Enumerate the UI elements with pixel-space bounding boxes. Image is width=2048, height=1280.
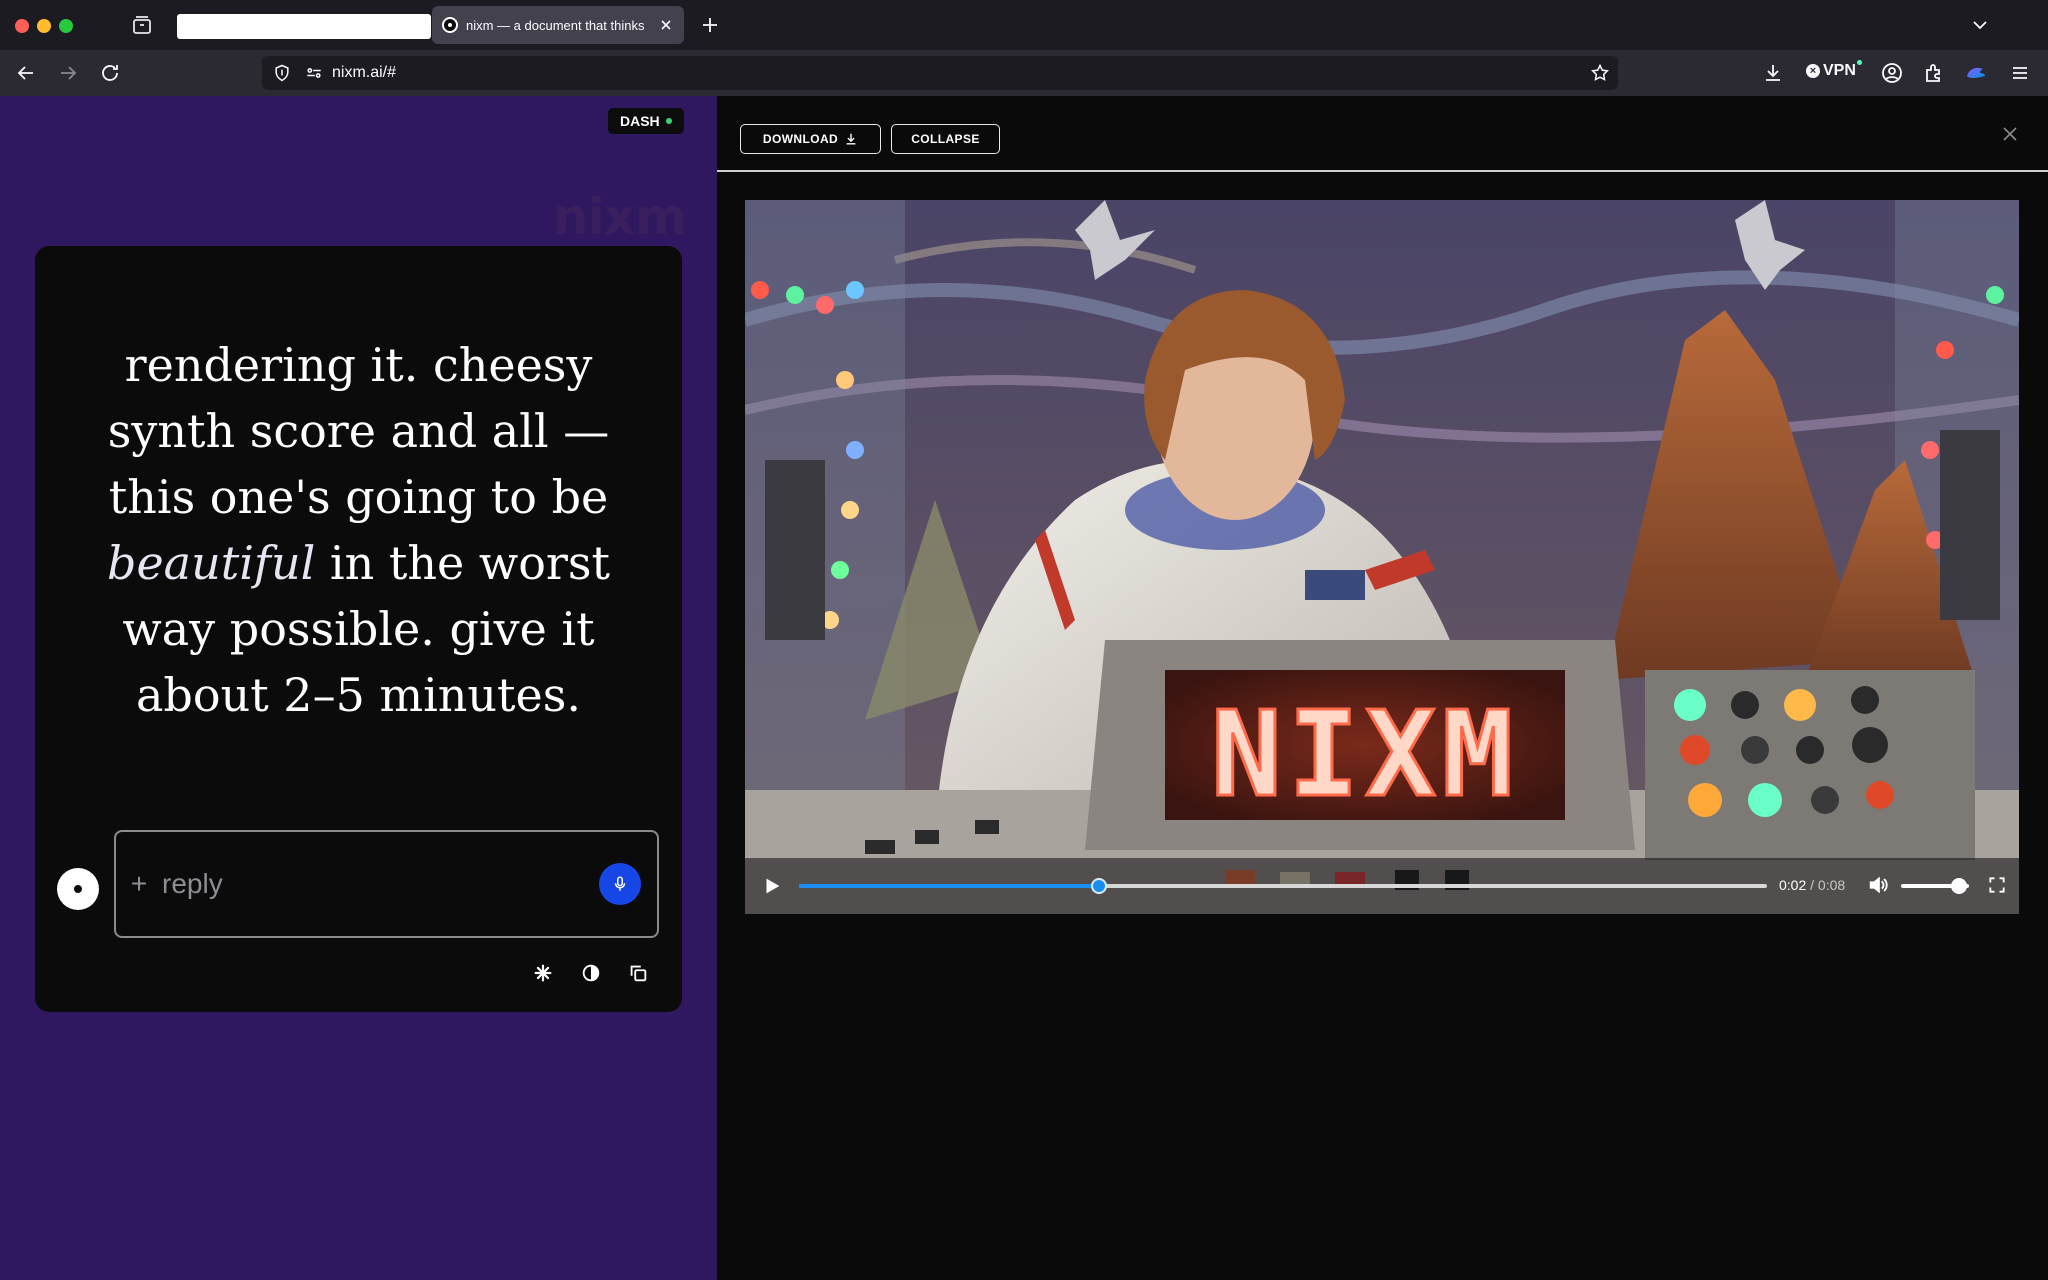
contrast-icon[interactable] [580,962,602,984]
nixm-sign: NIXM [1085,640,1635,850]
vpn-off-icon: × [1806,64,1820,78]
copy-icon[interactable] [627,962,649,984]
current-time: 0:02 [1779,877,1807,893]
duration: 0:08 [1817,877,1846,893]
forward-arrow-icon[interactable] [56,61,80,85]
chat-pane: DASH nixm rendering it. cheesy synth sco… [0,96,717,1280]
fullscreen-icon[interactable] [1987,875,2007,895]
extensions-icon[interactable] [1922,61,1946,85]
url-text[interactable]: nixm.ai/# [332,64,396,82]
microphone-button[interactable] [599,863,641,905]
message-text: rendering it. cheesy synth score and all… [107,338,610,524]
status-dot [665,118,672,124]
minimize-window-button[interactable] [37,19,51,33]
back-arrow-icon[interactable] [14,61,38,85]
close-icon[interactable] [658,17,674,33]
site-permissions-icon[interactable] [304,63,324,83]
downloads-icon[interactable] [1761,61,1785,85]
collapse-label: COLLAPSE [911,132,980,146]
vpn-status-dot [1856,60,1862,65]
seek-bar[interactable] [799,878,1767,894]
seek-bar-progress [799,884,1100,888]
bookmark-star-icon[interactable] [1590,63,1610,83]
close-window-button[interactable] [15,19,29,33]
address-bar[interactable]: nixm.ai/# [262,56,1618,90]
add-attachment-icon[interactable]: + [128,868,150,900]
download-icon [846,133,856,145]
collapse-button[interactable]: COLLAPSE [891,124,1000,154]
time-separator: / [1810,877,1815,893]
tab-nixm[interactable]: nixm — a document that thinks [432,6,684,44]
page: DASH nixm rendering it. cheesy synth sco… [0,96,2048,1280]
video-frame: NIXM [745,200,2019,914]
video-player[interactable]: NIXM 0:02 / 0:08 [745,200,2019,914]
avatar[interactable] [57,868,99,910]
message-emphasis: beautiful [107,536,316,590]
nav-bar: nixm.ai/# × VPN [0,50,2048,96]
seek-handle[interactable] [1091,878,1108,894]
tab-title: nixm — a document that thinks [466,17,645,33]
nixm-favicon-icon [442,17,458,33]
tab-bar: nixm — a document that thinks [0,0,2048,50]
close-icon[interactable] [2002,126,2018,142]
shield-icon[interactable] [272,63,292,83]
time-display: 0:02 / 0:08 [1779,877,1845,893]
firefox-relay-icon[interactable] [1964,61,1988,85]
vpn-label: VPN [1823,62,1856,79]
reload-icon[interactable] [98,61,122,85]
chat-card: rendering it. cheesy synth score and all… [35,246,682,1012]
assistant-message: rendering it. cheesy synth score and all… [95,332,622,728]
wall-panel [1940,430,2000,620]
chevron-down-icon[interactable] [1968,13,1992,37]
reply-input[interactable] [150,868,599,900]
microphone-icon [614,876,626,891]
new-tab-icon[interactable] [698,13,722,37]
play-icon[interactable] [761,875,783,897]
wall-panel [765,460,825,640]
button-panel [1645,670,1975,860]
video-controls: 0:02 / 0:08 [745,858,2019,914]
volume-handle[interactable] [1950,878,1967,894]
reply-field[interactable]: + [114,830,659,938]
account-icon[interactable] [1880,61,1904,85]
zoom-window-button[interactable] [59,19,73,33]
dash-button[interactable]: DASH [608,108,684,134]
nixm-logo: nixm [553,188,687,246]
tab-overview-icon[interactable] [130,13,154,37]
viewer-toolbar: DOWNLOAD COLLAPSE [717,96,2048,172]
menu-icon[interactable] [2008,61,2032,85]
dash-label: DASH [620,113,660,129]
volume-icon[interactable] [1867,874,1889,896]
blank-tab[interactable] [177,14,431,39]
vpn-button[interactable]: × VPN [1806,60,1862,80]
download-button[interactable]: DOWNLOAD [740,124,881,154]
media-viewer: DOWNLOAD COLLAPSE NIXM 0:02 / 0:08 [717,96,2048,1280]
download-label: DOWNLOAD [762,132,839,146]
nixm-sign-text: NIXM [1211,685,1519,823]
sparkle-icon[interactable] [532,962,554,984]
